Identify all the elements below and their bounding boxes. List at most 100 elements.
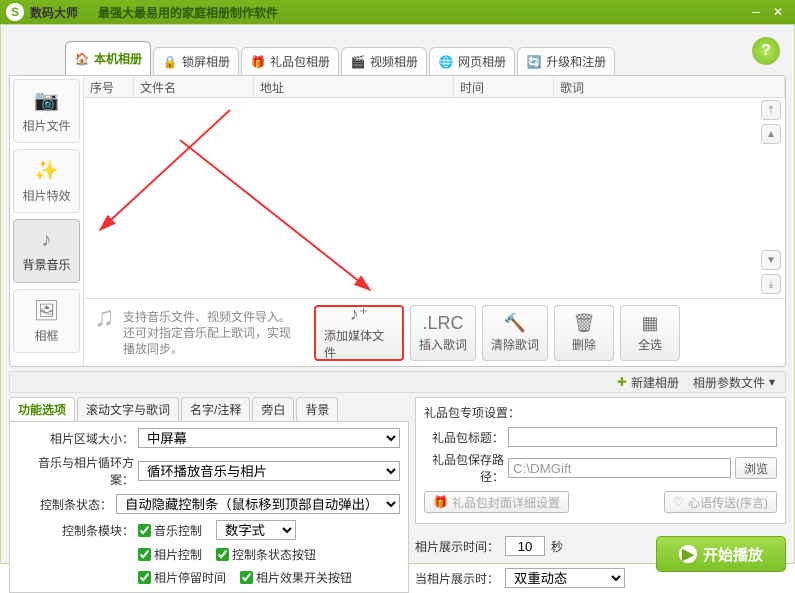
grid-icon: ▦ [642,313,659,334]
film-icon: 🎬 [350,54,366,70]
move-top-button[interactable]: ⤒ [761,100,781,120]
main-tabs: 🏠本机相册 🔒锁屏相册 🎁礼品包相册 🎬视频相册 🌐网页相册 🔄升级和注册 ? [5,29,790,75]
play-label: 开始播放 [703,544,763,565]
move-down-button[interactable]: ▼ [761,250,781,270]
move-up-button[interactable]: ▲ [761,124,781,144]
show-mode-label: 当相片展示时： [415,570,499,587]
area-select[interactable]: 中屏幕 [138,428,400,448]
col-time[interactable]: 时间 [454,76,554,97]
gift-detail-button[interactable]: 🎁礼品包封面详细设置 [424,491,569,513]
button-label: 插入歌词 [419,336,467,353]
show-time-label: 相片展示时间： [415,538,499,555]
tab-label: 视频相册 [370,53,418,70]
plus-icon: ✚ [617,375,627,389]
tab-gift-album[interactable]: 🎁礼品包相册 [241,47,339,75]
hint-line: 播放同步。 [123,341,291,357]
hint-box: ♫ 支持音乐文件、视频文件导入。 还可对指定音乐配上歌词，实现 播放同步。 [88,305,308,361]
loop-label: 音乐与相片循环方案： [18,454,134,488]
tab-label: 网页相册 [458,53,506,70]
list-area: 序号 文件名 地址 时间 歌词 ⤒ ▲ ▼ ⤓ ♫ 支持音乐文件、视频文件导入。 [84,76,785,366]
lower-area: 功能选项 滚动文字与歌词 名字/注释 旁白 背景 相片区域大小： 中屏幕 音乐与… [9,397,786,565]
sidebar-item-label: 相片特效 [22,187,70,204]
col-number[interactable]: 序号 [84,76,134,97]
gift-title-input[interactable] [508,427,777,447]
lock-icon: 🔒 [162,54,178,70]
area-label: 相片区域大小： [18,430,134,447]
tab-lock-album[interactable]: 🔒锁屏相册 [153,47,239,75]
col-lyric[interactable]: 歌词 [554,76,785,97]
photo-icon: 🖼 [34,298,59,323]
gift-path-input[interactable] [508,458,731,478]
gift-group-title: 礼品包专项设置： [424,404,777,421]
options-panel: 相片区域大小： 中屏幕 音乐与相片循环方案： 循环播放音乐与相片 控制条状态： … [9,421,409,593]
button-label: 全选 [638,336,662,353]
add-media-button[interactable]: ♪⁺添加媒体文件 [314,305,404,361]
col-address[interactable]: 地址 [254,76,454,97]
tab-video-album[interactable]: 🎬视频相册 [341,47,427,75]
chevron-down-icon: ▾ [769,375,775,389]
add-media-icon: ♪⁺ [350,304,369,325]
clear-lyric-button[interactable]: 🔨清除歌词 [482,305,548,361]
style-select[interactable]: 数字式 [216,520,296,540]
delete-button[interactable]: 🗑删除 [554,305,614,361]
play-icon: ▶ [679,545,697,563]
sidebar-item-label: 背景音乐 [22,256,70,273]
main-panel: 📷相片文件 ✨相片特效 ♪背景音乐 🖼相框 序号 文件名 地址 时间 歌词 ⤒ … [9,75,786,367]
col-filename[interactable]: 文件名 [134,76,254,97]
subtab-scroll-lyric[interactable]: 滚动文字与歌词 [77,397,179,421]
tab-upgrade[interactable]: 🔄升级和注册 [517,47,615,75]
app-subtitle: 最强大最易用的家庭相册制作软件 [98,4,278,21]
new-album-link[interactable]: ✚新建相册 [617,374,679,391]
wish-button[interactable]: ♡心语传送(序言) [664,491,777,513]
cb-music-control[interactable]: 音乐控制 [138,522,202,539]
cb-stay-time[interactable]: 相片停留时间 [138,569,226,586]
gift-title-label: 礼品包标题： [424,429,504,446]
ctrl-select[interactable]: 自动隐藏控制条（鼠标移到顶部自动弹出） [116,494,400,514]
move-bottom-button[interactable]: ⤓ [761,274,781,294]
seconds-label: 秒 [551,538,563,555]
help-button[interactable]: ? [752,37,780,65]
loop-select[interactable]: 循环播放音乐与相片 [138,461,400,481]
hint-line: 还可对指定音乐配上歌词，实现 [123,325,291,341]
hint-line: 支持音乐文件、视频文件导入。 [123,309,291,325]
subtab-narration[interactable]: 旁白 [252,397,294,421]
list-header: 序号 文件名 地址 时间 歌词 [84,76,785,98]
music-note-icon: ♫ [94,309,115,357]
minimize-button[interactable]: ─ [745,3,767,21]
module-label: 控制条模块： [18,522,134,539]
sidebar-item-effects[interactable]: ✨相片特效 [13,149,80,213]
lrc-icon: .LRC [423,313,464,334]
sidebar-item-music[interactable]: ♪背景音乐 [13,219,80,283]
subtab-name-note[interactable]: 名字/注释 [181,397,250,421]
gift-icon: 🎁 [433,495,448,509]
browse-button[interactable]: 浏览 [735,457,777,479]
cb-effect-switch[interactable]: 相片效果开关按钮 [240,569,352,586]
tab-web-album[interactable]: 🌐网页相册 [429,47,515,75]
insert-lyric-button[interactable]: .LRC 插入歌词 [410,305,476,361]
gift-settings-group: 礼品包专项设置： 礼品包标题： 礼品包保存路径： 浏览 🎁礼品包封面详细设置 ♡… [415,397,786,524]
album-strip-bar: ✚新建相册 相册参数文件▾ [9,371,786,393]
cb-photo-control[interactable]: 相片控制 [138,546,202,563]
tab-local-album[interactable]: 🏠本机相册 [65,41,151,75]
sidebar-item-photos[interactable]: 📷相片文件 [13,79,80,143]
globe-icon: 🌐 [438,54,454,70]
close-button[interactable]: ✕ [767,3,789,21]
heart-icon: ♡ [673,495,684,509]
sidebar-item-frame[interactable]: 🖼相框 [13,289,80,353]
reorder-controls: ⤒ ▲ ▼ ⤓ [761,100,783,294]
subtab-background[interactable]: 背景 [296,397,338,421]
button-label: 清除歌词 [491,336,539,353]
action-row: ♫ 支持音乐文件、视频文件导入。 还可对指定音乐配上歌词，实现 播放同步。 ♪⁺… [84,298,785,366]
show-time-row: 相片展示时间： 秒 ▶ 开始播放 [415,528,786,564]
play-button[interactable]: ▶ 开始播放 [656,536,786,572]
refresh-icon: 🔄 [526,54,542,70]
subtab-options[interactable]: 功能选项 [9,397,75,421]
list-body[interactable] [84,98,785,298]
trash-icon: 🗑 [573,313,596,334]
select-all-button[interactable]: ▦ 全选 [620,305,680,361]
album-params-link[interactable]: 相册参数文件▾ [693,374,775,391]
show-mode-select[interactable]: 双重动态 [505,568,625,588]
show-time-input[interactable] [505,536,545,556]
cb-ctrl-state[interactable]: 控制条状态按钮 [216,546,316,563]
app-logo-icon: S [6,3,24,21]
